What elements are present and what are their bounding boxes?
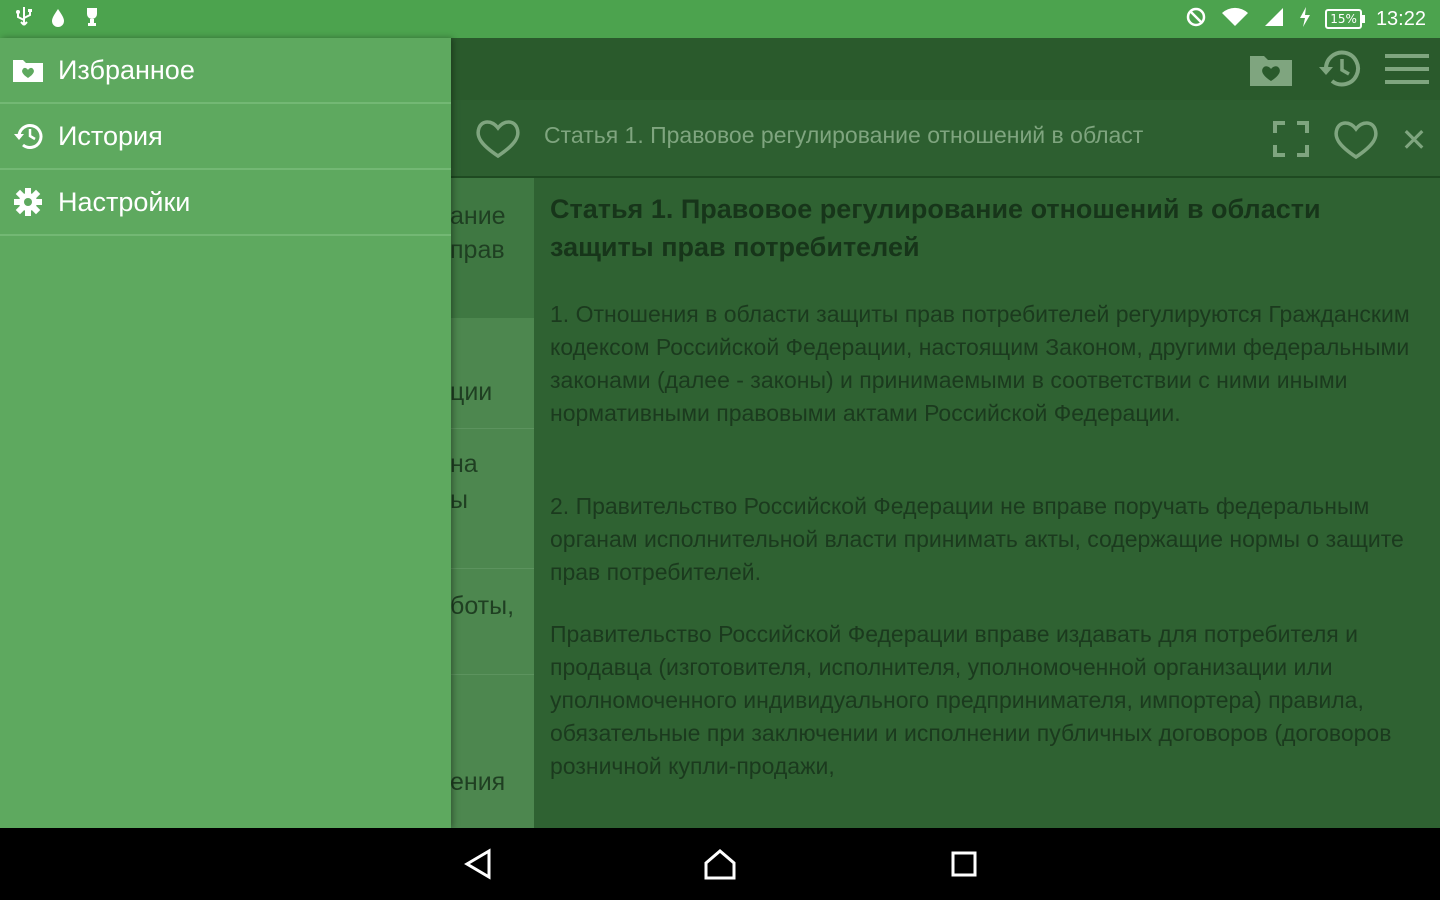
toc-item-active[interactable]: ание прав [450,178,534,318]
toc-divider [450,428,534,429]
drawer-item-favorites[interactable]: Избранное [0,38,451,104]
list-item[interactable]: боты, [450,588,534,624]
history-icon [12,120,44,152]
article-paragraph: 1. Отношения в области защиты прав потре… [550,301,1410,426]
table-of-contents: ание прав ции на ы боты, ения [450,178,534,828]
recents-button[interactable] [944,844,984,884]
signal-icon [1263,6,1285,32]
status-bar: 15% 13:22 [0,0,1440,38]
article-paragraph: 2. Правительство Российской Федерации не… [550,493,1404,585]
favorites-folder-icon[interactable] [1248,46,1294,92]
favorites-folder-icon [12,54,44,86]
list-item[interactable]: ы [450,482,534,518]
heart-outline-icon[interactable] [472,114,524,162]
toc-item-text: прав [450,236,505,264]
menu-icon[interactable] [1384,46,1430,92]
article-content: Статья 1. Правовое регулирование отношен… [534,178,1440,828]
toc-divider [450,568,534,569]
charging-icon [1299,7,1311,31]
fullscreen-icon[interactable] [1268,114,1314,164]
article-title: Статья 1. Правовое регулирование отношен… [550,194,1321,262]
drawer-item-label: История [58,120,163,151]
toc-divider [450,674,534,675]
trophy-icon [82,6,102,32]
history-icon[interactable] [1316,46,1362,92]
battery-indicator: 15% [1325,9,1365,29]
home-button[interactable] [700,844,740,884]
drawer-item-label: Избранное [58,54,195,85]
wifi-icon [1221,6,1249,32]
clock: 13:22 [1375,7,1426,30]
list-item[interactable]: на [450,446,534,482]
add-favorite-icon[interactable] [1330,114,1382,164]
article-paragraph: Правительство Российской Федерации вправ… [550,621,1392,779]
article-tab-title[interactable]: Статья 1. Правовое регулирование отношен… [544,122,1256,156]
settings-gear-icon [12,186,44,218]
usb-icon [14,6,34,32]
list-item[interactable]: ения [450,764,534,800]
navigation-drawer: Избранное История Настройки [0,38,451,828]
drawer-item-label: Настройки [58,186,191,217]
no-disturb-icon [1185,6,1207,32]
back-button[interactable] [458,844,498,884]
drawer-item-settings[interactable]: Настройки [0,170,451,236]
drop-icon [48,6,68,32]
system-nav-bar [0,828,1440,900]
list-item[interactable]: ции [450,374,534,410]
close-tab-icon[interactable]: ✕ [1396,118,1432,162]
drawer-item-history[interactable]: История [0,104,451,170]
toc-item-text: ание [450,202,506,230]
